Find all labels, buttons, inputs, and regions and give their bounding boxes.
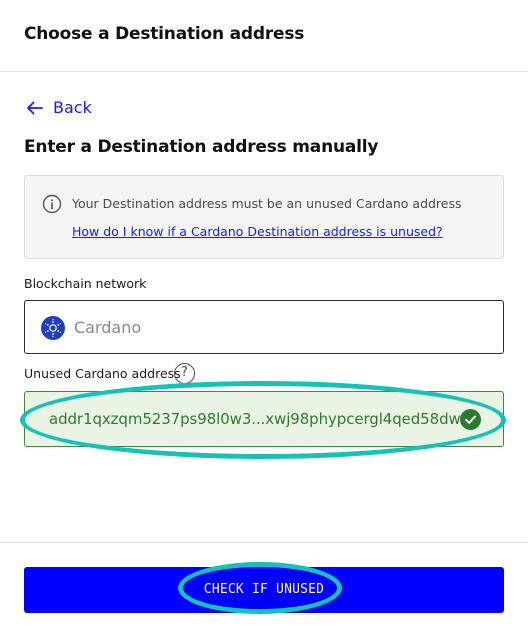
destination-address-input[interactable]: addr1qxzqm5237ps98l0w3...xwj98phypcergl4… bbox=[24, 391, 504, 447]
check-if-unused-button[interactable]: CHECK IF UNUSED bbox=[24, 567, 504, 613]
network-label: Blockchain network bbox=[24, 276, 147, 291]
arrow-left-icon bbox=[26, 101, 43, 115]
info-text: Your Destination address must be an unus… bbox=[72, 196, 462, 211]
network-value: Cardano bbox=[74, 318, 142, 337]
cardano-logo-icon bbox=[41, 316, 65, 340]
back-button[interactable]: Back bbox=[26, 98, 92, 117]
unused-address-help-link[interactable]: How do I know if a Cardano Destination a… bbox=[72, 224, 443, 239]
info-box: Your Destination address must be an unus… bbox=[24, 175, 504, 259]
back-label: Back bbox=[53, 98, 92, 117]
dialog-header: Choose a Destination address bbox=[0, 0, 528, 72]
footer-divider bbox=[0, 542, 528, 543]
section-title: Enter a Destination address manually bbox=[24, 137, 379, 157]
address-value: addr1qxzqm5237ps98l0w3...xwj98phypcergl4… bbox=[49, 410, 461, 428]
question-icon[interactable]: ? bbox=[174, 363, 195, 384]
info-icon bbox=[42, 194, 62, 218]
check-if-unused-label: CHECK IF UNUSED bbox=[203, 582, 325, 597]
check-circle-icon bbox=[460, 409, 481, 430]
address-label: Unused Cardano address bbox=[24, 366, 181, 381]
dialog-title: Choose a Destination address bbox=[24, 24, 305, 44]
network-select[interactable]: Cardano bbox=[24, 300, 504, 354]
